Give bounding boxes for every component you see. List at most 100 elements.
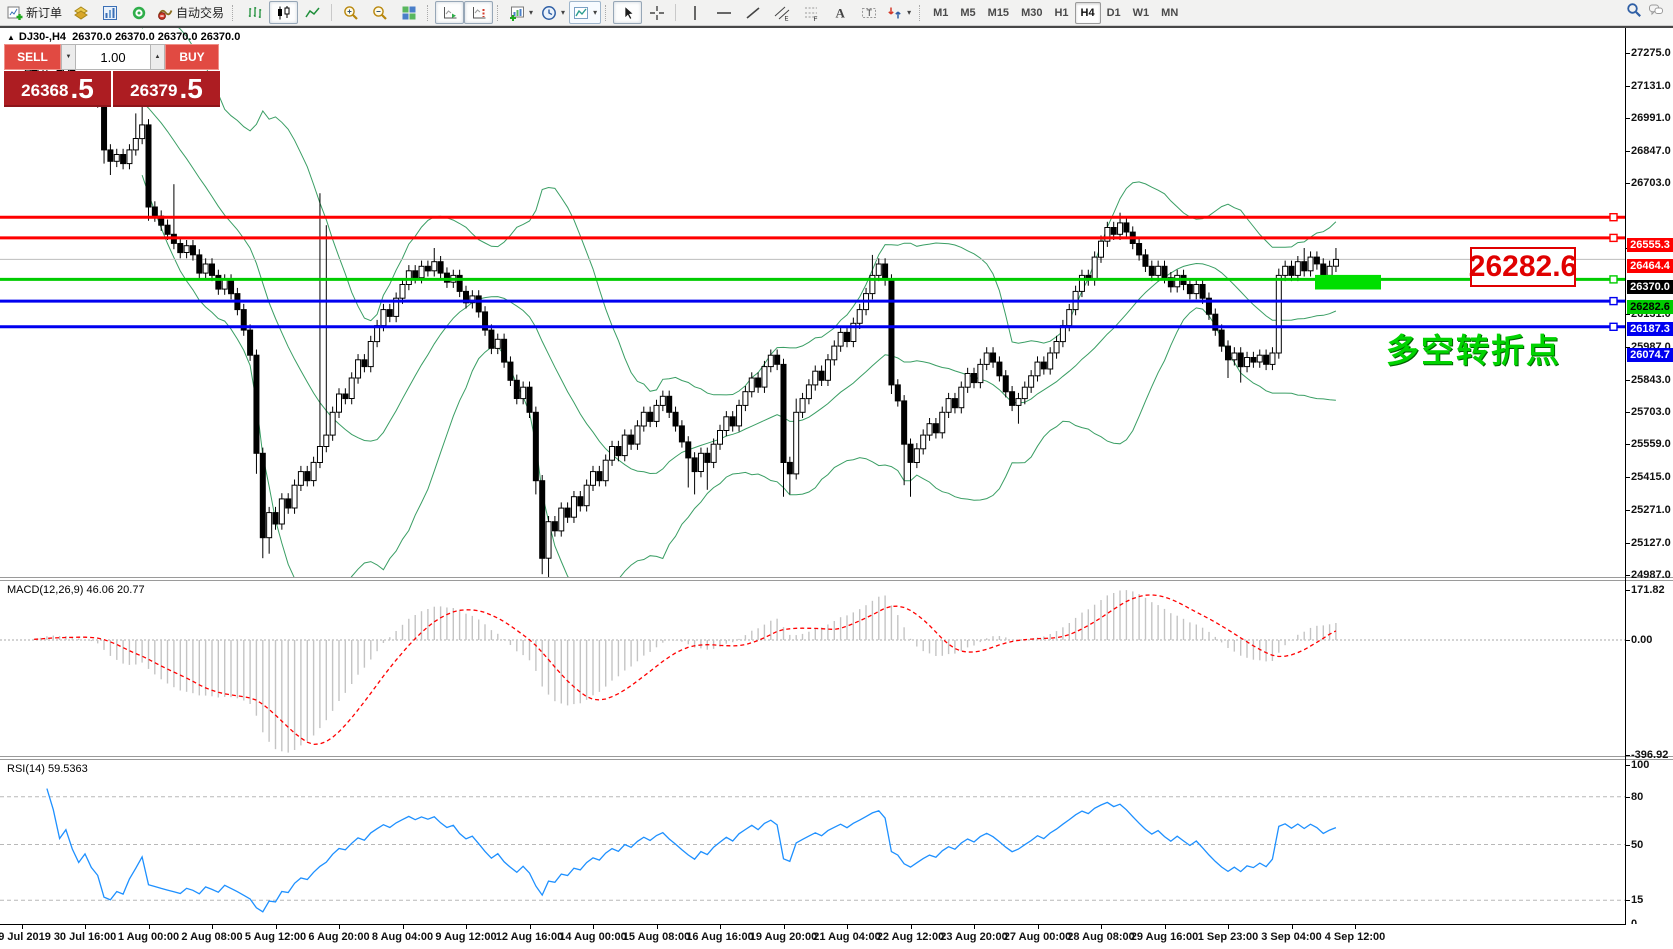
one-click-trading-panel: SELL ▼ ▲ BUY 26368 .5 26379 .5 (4, 44, 220, 107)
turning-point-annotation[interactable]: 多空转折点 (1386, 324, 1561, 372)
candles-button[interactable] (269, 1, 298, 24)
vline-button[interactable] (680, 1, 709, 24)
channel-button[interactable]: E (767, 1, 796, 24)
time-tick (339, 925, 340, 929)
buy-price-pips: .5 (179, 75, 202, 103)
price-tick: 25415.0 (1631, 471, 1671, 483)
autotrading-label: 自动交易 (176, 4, 224, 21)
time-tick (149, 925, 150, 929)
sell-price-box[interactable]: 26368 .5 (4, 71, 111, 107)
chat-icon[interactable] (1648, 2, 1664, 23)
new-order-button[interactable]: 新订单 (3, 1, 66, 24)
toolbar-grip (919, 5, 923, 21)
cursor-button[interactable] (613, 1, 642, 24)
time-axis[interactable]: 29 Jul 201930 Jul 16:001 Aug 00:002 Aug … (0, 924, 1673, 949)
time-tick (593, 925, 594, 929)
timeframe-m30-button[interactable]: M30 (1015, 2, 1048, 24)
price-annotation-box[interactable]: 26282.6 (1470, 247, 1576, 287)
fibo-button[interactable]: F (796, 1, 825, 24)
time-tick (466, 925, 467, 929)
indicators-icon (573, 5, 589, 21)
hline-button[interactable] (709, 1, 738, 24)
green-highlight-rect[interactable] (1315, 275, 1381, 290)
volume-input[interactable] (76, 44, 150, 70)
crosshair-button[interactable] (642, 1, 671, 24)
vline-icon (687, 5, 703, 21)
channel-icon: E (774, 5, 790, 21)
sell-price: 26368 (21, 79, 68, 103)
hline-handle-icon[interactable] (1610, 323, 1617, 330)
hline-handle-icon[interactable] (1610, 214, 1617, 221)
price-tick: 25271.0 (1631, 504, 1671, 516)
macd-pane-canvas[interactable] (0, 581, 1626, 756)
line-chart-button[interactable] (298, 1, 327, 24)
label-tool-button[interactable]: T (854, 1, 883, 24)
shapes-button[interactable]: ▾ (883, 1, 915, 24)
time-tick (22, 925, 23, 929)
zoom-in-button[interactable] (336, 1, 365, 24)
time-tick (1101, 925, 1102, 929)
period-button[interactable]: ▾ (537, 1, 569, 24)
time-tick (911, 925, 912, 929)
price-badge-26282.6: 26282.6 (1627, 300, 1673, 314)
candles-icon (276, 5, 292, 21)
toolbar-right-icons (1626, 2, 1670, 23)
autotrading-icon (157, 5, 173, 21)
toolbar: 新订单 自动交易 ▾ ▾ ▾ EFAT ▾ M1M5M15M30H1H4D1W1MN (0, 0, 1673, 26)
indicators-button[interactable]: ▾ (569, 1, 601, 24)
hline-handle-icon[interactable] (1610, 234, 1617, 241)
market-watch-button[interactable] (95, 1, 124, 24)
chart-shift-button[interactable] (464, 1, 493, 24)
timeframe-m1-button[interactable]: M1 (927, 2, 954, 24)
hline-handle-icon[interactable] (1610, 276, 1617, 283)
macd-label: MACD(12,26,9) 46.06 20.77 (7, 584, 145, 596)
volume-decrease-button[interactable]: ▼ (61, 44, 76, 70)
sounds-button[interactable] (124, 1, 153, 24)
time-tick (784, 925, 785, 929)
buy-price: 26379 (130, 79, 177, 103)
timeframe-w1-button[interactable]: W1 (1127, 2, 1156, 24)
candles (19, 53, 1338, 577)
main-chart-canvas[interactable] (0, 28, 1626, 577)
macd-tick: 0.00 (1631, 634, 1652, 646)
price-badge-26074.7: 26074.7 (1627, 348, 1673, 362)
price-tick: 24987.0 (1631, 569, 1671, 581)
time-tick (530, 925, 531, 929)
buy-button[interactable]: BUY (165, 44, 219, 70)
volume-increase-button[interactable]: ▲ (150, 44, 165, 70)
chevron-down-icon: ▾ (907, 8, 911, 17)
text-tool-button[interactable]: A (825, 1, 854, 24)
timeframe-h1-button[interactable]: H1 (1048, 2, 1074, 24)
time-tick (212, 925, 213, 929)
new-chart-icon (509, 5, 525, 21)
tile-windows-button[interactable] (394, 1, 423, 24)
chevron-down-icon: ▾ (561, 8, 565, 17)
rsi-tick: 15 (1631, 894, 1643, 906)
symbol-period-label: DJ30-,H4 (19, 31, 66, 43)
toolbar-grip (232, 5, 236, 21)
search-icon[interactable] (1626, 2, 1642, 23)
price-tick: 26703.0 (1631, 177, 1671, 189)
new-chart-button[interactable]: ▾ (505, 1, 537, 24)
one-click-collapse-icon[interactable]: ▲ (7, 33, 15, 42)
auto-scroll-button[interactable] (435, 1, 464, 24)
layouts-button[interactable] (66, 1, 95, 24)
trendline-button[interactable] (738, 1, 767, 24)
hline-handle-icon[interactable] (1610, 298, 1617, 305)
autotrading-button[interactable]: 自动交易 (153, 1, 228, 24)
tile-windows-icon (401, 5, 417, 21)
sell-button[interactable]: SELL (4, 44, 61, 70)
timeframe-m15-button[interactable]: M15 (982, 2, 1015, 24)
timeframe-h4-button[interactable]: H4 (1075, 2, 1101, 24)
period-icon (541, 5, 557, 21)
macd-tick: 171.82 (1631, 584, 1665, 596)
bars-button[interactable] (240, 1, 269, 24)
price-axis[interactable]: 27275.027131.026991.026847.026703.026419… (1625, 28, 1673, 924)
rsi-pane-canvas[interactable] (0, 760, 1626, 924)
timeframe-m5-button[interactable]: M5 (954, 2, 981, 24)
bars-icon (247, 5, 263, 21)
timeframe-mn-button[interactable]: MN (1155, 2, 1184, 24)
timeframe-d1-button[interactable]: D1 (1101, 2, 1127, 24)
zoom-out-button[interactable] (365, 1, 394, 24)
buy-price-box[interactable]: 26379 .5 (113, 71, 220, 107)
